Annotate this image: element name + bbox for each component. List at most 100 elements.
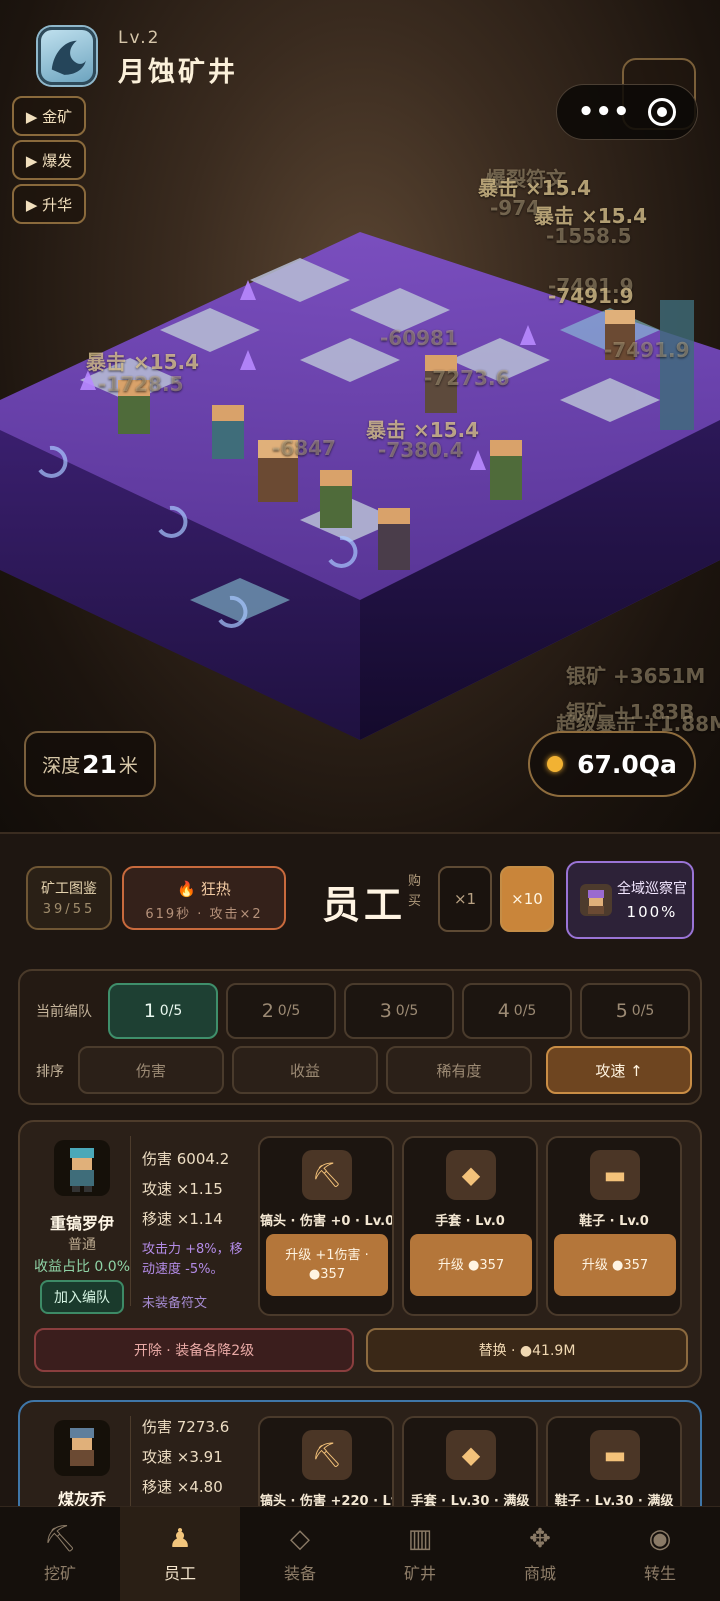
gold-ore-button[interactable]: ▶ 金矿 [12, 96, 86, 136]
team-slot-count: 0/5 [631, 1003, 655, 1019]
team-slot-3[interactable]: 3 0/5 [344, 983, 454, 1039]
inspector-card[interactable]: 全域巡察官 100% [566, 861, 694, 939]
miner-move-speed: 移速 ×1.14 [142, 1210, 223, 1228]
inspector-portrait-icon [580, 884, 612, 916]
moon-wave-icon [51, 40, 86, 75]
miner-portrait [54, 1140, 110, 1196]
team-slot-number: 2 [261, 1000, 274, 1022]
staff-header: 矿工图鉴 39/55 🔥 狂热 619秒 · 攻击×2 员工 购买 ×1 ×10… [0, 834, 720, 954]
ascend-button[interactable]: ▶ 升华 [12, 184, 86, 224]
depth-indicator: 深度 21 米 [24, 731, 156, 797]
miner-rune: 未装备符文 [142, 1296, 208, 1311]
buy-x10-button[interactable]: ×10 [500, 866, 554, 932]
team-slot-number: 4 [497, 1000, 510, 1022]
staff-panel: 矿工图鉴 39/55 🔥 狂热 619秒 · 攻击×2 员工 购买 ×1 ×10… [0, 832, 720, 1530]
floating-text: -7380.4 [378, 438, 464, 462]
nav-mining[interactable]: ⛏ 挖矿 [0, 1507, 120, 1601]
nav-label: 商城 [523, 1564, 556, 1583]
team-slot-number: 1 [143, 1000, 156, 1022]
floating-text: -974 [490, 196, 541, 220]
pickaxe-label: 镐头 · 伤害 +0 · Lv.0 [260, 1214, 392, 1229]
floating-text: -7491.9 [604, 338, 690, 362]
frenzy-title: 🔥 狂热 [177, 880, 231, 898]
floating-text: -7491.9 [548, 284, 634, 308]
inspector-percent: 100% [626, 902, 678, 921]
floating-text: -7273.6 [424, 366, 510, 390]
team-label: 当前编队 [36, 1004, 92, 1020]
boot-icon: ▬ [590, 1430, 640, 1480]
nav-equipment[interactable]: ◇ 装备 [240, 1507, 360, 1601]
upgrade-glove-button[interactable]: 升级 ●357 [410, 1234, 532, 1296]
floating-text: -60981 [380, 326, 458, 350]
sort-speed-button[interactable]: 攻速 ↑ [546, 1046, 692, 1094]
burst-button[interactable]: ▶ 爆发 [12, 140, 86, 180]
mine-level: Lv.2 [118, 28, 161, 48]
fire-miner-button[interactable]: 开除 · 装备各降2级 [34, 1328, 354, 1372]
divider [130, 1136, 131, 1306]
nav-mine[interactable]: ▥ 矿井 [360, 1507, 480, 1601]
boot-label: 鞋子 · Lv.0 [579, 1214, 649, 1229]
miner-name: 重镐罗伊 [49, 1214, 114, 1233]
rebirth-icon: ◉ [648, 1524, 672, 1554]
team-slot-count: 0/5 [513, 1003, 537, 1019]
miner-attack-speed: 攻速 ×1.15 [142, 1180, 223, 1198]
page-title: 员工 [322, 883, 407, 927]
pickaxe-slot[interactable]: ⛏ 镐头 · 伤害 +0 · Lv.0 升级 +1伤害 · ●357 [258, 1136, 394, 1316]
boot-icon: ▬ [590, 1150, 640, 1200]
nav-label: 转生 [643, 1564, 676, 1583]
team-slot-count: 0/5 [277, 1003, 301, 1019]
team-slot-count: 0/5 [395, 1003, 419, 1019]
nav-label: 矿井 [403, 1564, 436, 1583]
bottom-nav: ⛏ 挖矿 ♟ 员工 ◇ 装备 ▥ 矿井 ✥ 商城 ◉ 转生 [0, 1506, 720, 1601]
miner-damage: 伤害 6004.2 [142, 1150, 230, 1168]
nav-staff[interactable]: ♟ 员工 [120, 1507, 240, 1601]
depth-value: 21 [82, 749, 117, 779]
glove-label: 手套 · Lv.0 [435, 1214, 505, 1229]
nav-shop[interactable]: ✥ 商城 [480, 1507, 600, 1601]
team-slot-number: 5 [615, 1000, 628, 1022]
miner-portrait [54, 1420, 110, 1476]
codex-count: 39/55 [42, 902, 96, 917]
diamond-icon: ◇ [290, 1524, 310, 1554]
team-slot-5[interactable]: 5 0/5 [580, 983, 690, 1039]
mine-avatar[interactable] [38, 27, 96, 85]
more-icon[interactable]: ••• [578, 97, 631, 127]
sort-income-button[interactable]: 收益 [232, 1046, 378, 1094]
miner-trait: 攻击力 +8%，移动速度 -5%。 [142, 1242, 243, 1277]
miner-attack-speed: 攻速 ×3.91 [142, 1448, 223, 1466]
upgrade-pickaxe-button[interactable]: 升级 +1伤害 · ●357 [266, 1234, 388, 1296]
record-icon[interactable] [648, 98, 677, 126]
boot-slot[interactable]: ▬ 鞋子 · Lv.0 升级 ●357 [546, 1136, 682, 1316]
floating-text: 暴击 ×15.4 [86, 350, 200, 374]
depth-unit: 米 [118, 754, 138, 777]
gold-balance: 67.0Qa [528, 731, 696, 797]
miner-codex-button[interactable]: 矿工图鉴 39/55 [26, 866, 112, 930]
miner-card: 重镐罗伊 普通 收益占比 0.0% 加入编队 伤害 6004.2 攻速 ×1.1… [18, 1120, 702, 1388]
upgrade-boot-button[interactable]: 升级 ●357 [554, 1234, 676, 1296]
team-slot-1[interactable]: 1 0/5 [108, 983, 218, 1039]
pickaxe-icon: ⛏ [302, 1430, 352, 1480]
miner-income-share: 收益占比 0.0% [33, 1259, 131, 1275]
replace-miner-button[interactable]: 替换 · ●41.9M [366, 1328, 688, 1372]
mini-program-capsule[interactable]: ••• [556, 84, 698, 140]
team-selector: 当前编队 1 0/5 2 0/5 3 0/5 4 0/5 5 0/5 排序 伤害 收益 稀… [18, 969, 702, 1105]
sort-damage-button[interactable]: 伤害 [78, 1046, 224, 1094]
miner-move-speed: 移速 ×4.80 [142, 1478, 223, 1496]
sort-rarity-button[interactable]: 稀有度 [386, 1046, 532, 1094]
join-team-button[interactable]: 加入编队 [40, 1280, 124, 1314]
game-scene[interactable]: Lv.2 月蚀矿井 ▶ 金矿 ▶ 爆发 ▶ 升华 ••• 爆裂符文 暴击 ×15… [0, 0, 720, 832]
nav-label: 挖矿 [43, 1564, 76, 1583]
team-slot-2[interactable]: 2 0/5 [226, 983, 336, 1039]
nav-rebirth[interactable]: ◉ 转生 [600, 1507, 720, 1601]
pickaxe-icon: ⛏ [43, 1524, 77, 1554]
coin-icon [547, 756, 564, 772]
gold-amount: 67.0Qa [577, 749, 677, 779]
depth-label: 深度 [42, 754, 81, 777]
team-slot-4[interactable]: 4 0/5 [462, 983, 572, 1039]
team-slot-number: 3 [379, 1000, 392, 1022]
frenzy-button[interactable]: 🔥 狂热 619秒 · 攻击×2 [122, 866, 286, 930]
inspector-name: 全域巡察官 [617, 880, 687, 897]
pickaxe-icon: ⛏ [302, 1150, 352, 1200]
buy-x1-button[interactable]: ×1 [438, 866, 492, 932]
glove-slot[interactable]: ◆ 手套 · Lv.0 升级 ●357 [402, 1136, 538, 1316]
